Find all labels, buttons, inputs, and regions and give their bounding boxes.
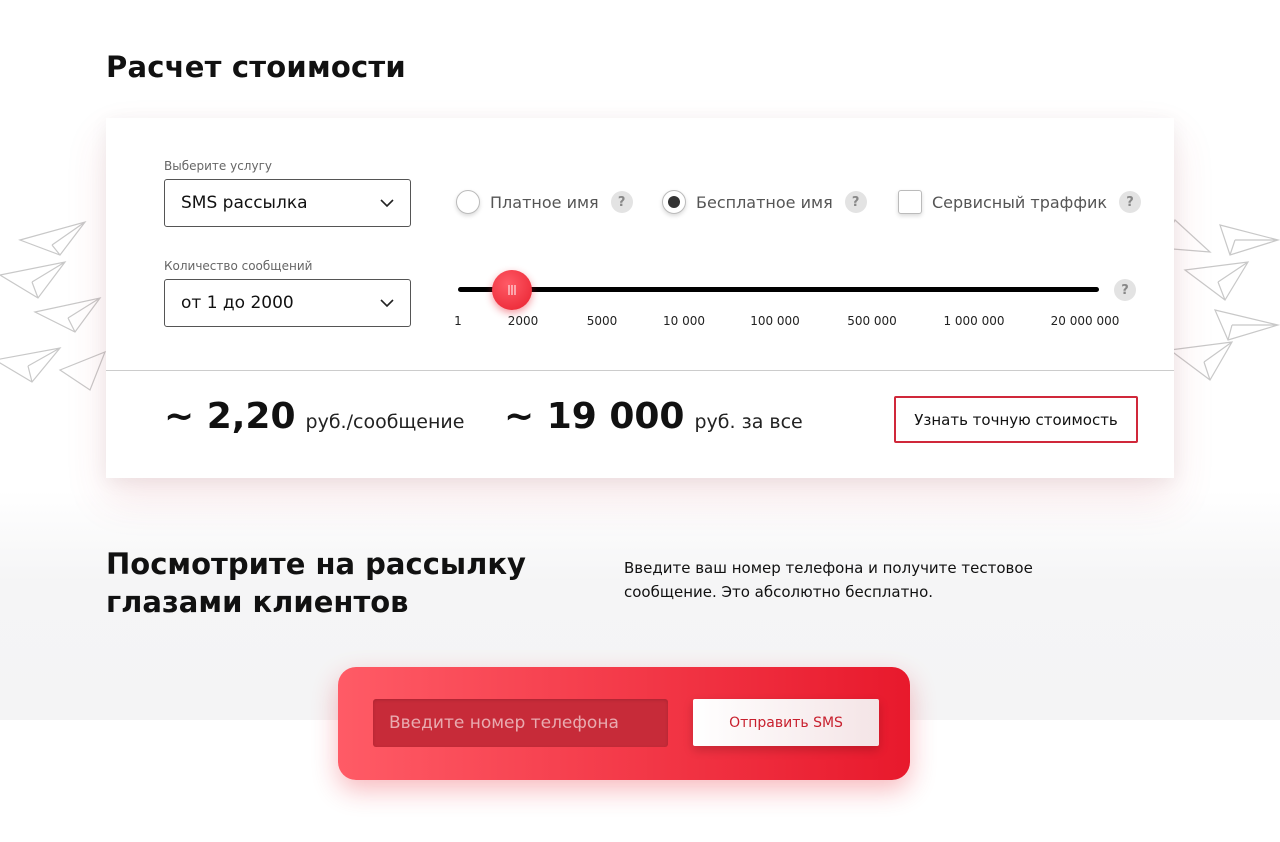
price-total: ~ 19 000 руб. за все xyxy=(504,396,803,437)
service-label: Выберите услугу xyxy=(164,159,272,173)
slider-tick: 5000 xyxy=(586,314,618,328)
price-total-unit: руб. за все xyxy=(694,411,803,433)
quantity-label: Количество сообщений xyxy=(164,259,313,273)
price-per-message-value: ~ 2,20 xyxy=(164,396,296,437)
option-paid-name[interactable]: Платное имя ? xyxy=(456,190,633,214)
checkbox-service-traffic[interactable] xyxy=(898,190,922,214)
quantity-select[interactable]: от 1 до 2000 xyxy=(164,279,411,327)
sms-test-form: Отправить SMS xyxy=(338,667,910,780)
calculator-card: Выберите услугу SMS рассылка Платное имя… xyxy=(106,118,1174,478)
price-per-message-unit: руб./сообщение xyxy=(305,411,465,433)
slider-tick: 2000 xyxy=(507,314,539,328)
radio-free-name[interactable] xyxy=(662,190,686,214)
card-divider xyxy=(106,370,1174,371)
option-service-traffic-label: Сервисный траффик xyxy=(932,192,1108,212)
slider-tick: 10 000 xyxy=(663,314,705,328)
option-free-name[interactable]: Бесплатное имя ? xyxy=(662,190,867,214)
help-icon[interactable]: ? xyxy=(844,191,867,213)
paper-planes-decoration-left xyxy=(0,200,110,400)
slider-tick: 20 000 000 xyxy=(1050,314,1120,328)
slider-tick: 100 000 xyxy=(750,314,800,328)
calculator-title: Расчет стоимости xyxy=(106,50,406,84)
option-free-name-label: Бесплатное имя xyxy=(696,192,833,212)
price-total-value: ~ 19 000 xyxy=(504,396,685,437)
help-icon[interactable]: ? xyxy=(1119,191,1142,213)
quantity-slider-track[interactable] xyxy=(458,287,1099,292)
paper-planes-decoration-right xyxy=(1159,200,1280,400)
quantity-slider-thumb[interactable] xyxy=(492,270,532,310)
quantity-select-value: от 1 до 2000 xyxy=(181,293,294,313)
radio-paid-name[interactable] xyxy=(456,190,480,214)
chevron-down-icon xyxy=(380,299,394,308)
phone-input[interactable] xyxy=(373,699,668,747)
slider-tick: 1 000 000 xyxy=(943,314,1005,328)
grip-icon xyxy=(508,285,516,295)
promo-text: Введите ваш номер телефона и получите те… xyxy=(624,559,1033,601)
send-sms-button[interactable]: Отправить SMS xyxy=(693,699,879,746)
help-icon[interactable]: ? xyxy=(1114,279,1136,301)
chevron-down-icon xyxy=(380,199,394,208)
option-service-traffic[interactable]: Сервисный траффик ? xyxy=(898,190,1142,214)
exact-cost-button[interactable]: Узнать точную стоимость xyxy=(894,396,1138,443)
service-select-value: SMS рассылка xyxy=(181,193,308,213)
service-select[interactable]: SMS рассылка xyxy=(164,179,411,227)
price-per-message: ~ 2,20 руб./сообщение xyxy=(164,396,464,437)
promo-title: Посмотрите на рассылку глазами клиентов xyxy=(106,547,526,619)
help-icon[interactable]: ? xyxy=(610,191,633,213)
slider-tick: 500 000 xyxy=(847,314,897,328)
slider-tick: 1 xyxy=(454,314,462,328)
option-paid-name-label: Платное имя xyxy=(490,192,599,212)
